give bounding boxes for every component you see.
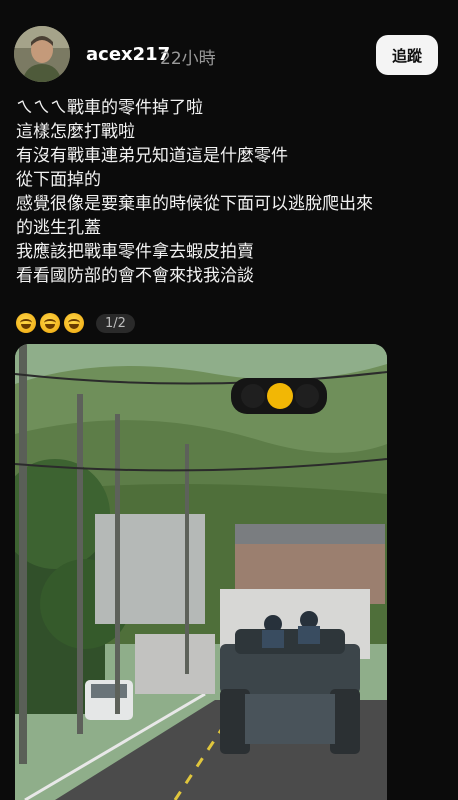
post-time: 22小時 bbox=[160, 49, 216, 69]
post-line: 感覺很像是要棄車的時候從下面可以逃脫爬出來 bbox=[16, 194, 373, 214]
rolling-on-floor-laughing-icon bbox=[40, 313, 60, 333]
post-text: ㄟㄟㄟ戰車的零件掉了啦 這樣怎麼打戰啦 有沒有戰車連弟兄知道這是什麼零件 從下面… bbox=[16, 96, 436, 288]
post-line: 看看國防部的會不會來找我洽談 bbox=[16, 266, 254, 286]
rolling-on-floor-laughing-icon bbox=[64, 313, 84, 333]
username[interactable]: acex217 bbox=[86, 44, 170, 65]
follow-button[interactable]: 追蹤 bbox=[376, 35, 438, 75]
post-header: acex217 22小時 追蹤 bbox=[0, 0, 458, 90]
user-avatar[interactable] bbox=[14, 26, 70, 82]
post-line: 的逃生孔蓋 bbox=[16, 218, 101, 238]
post-line: ㄟㄟㄟ戰車的零件掉了啦 bbox=[16, 98, 203, 118]
post-meta-row: 1/2 bbox=[16, 311, 135, 335]
post-line: 有沒有戰車連弟兄知道這是什麼零件 bbox=[16, 146, 288, 166]
image-page-indicator: 1/2 bbox=[96, 313, 135, 333]
post-line: 這樣怎麼打戰啦 bbox=[16, 122, 135, 142]
tank-photo bbox=[15, 344, 387, 800]
post-image[interactable] bbox=[15, 344, 387, 800]
rolling-on-floor-laughing-icon bbox=[16, 313, 36, 333]
tank bbox=[220, 611, 360, 754]
post-line: 我應該把戰車零件拿去蝦皮拍賣 bbox=[16, 242, 254, 262]
post-line: 從下面掉的 bbox=[16, 170, 101, 190]
